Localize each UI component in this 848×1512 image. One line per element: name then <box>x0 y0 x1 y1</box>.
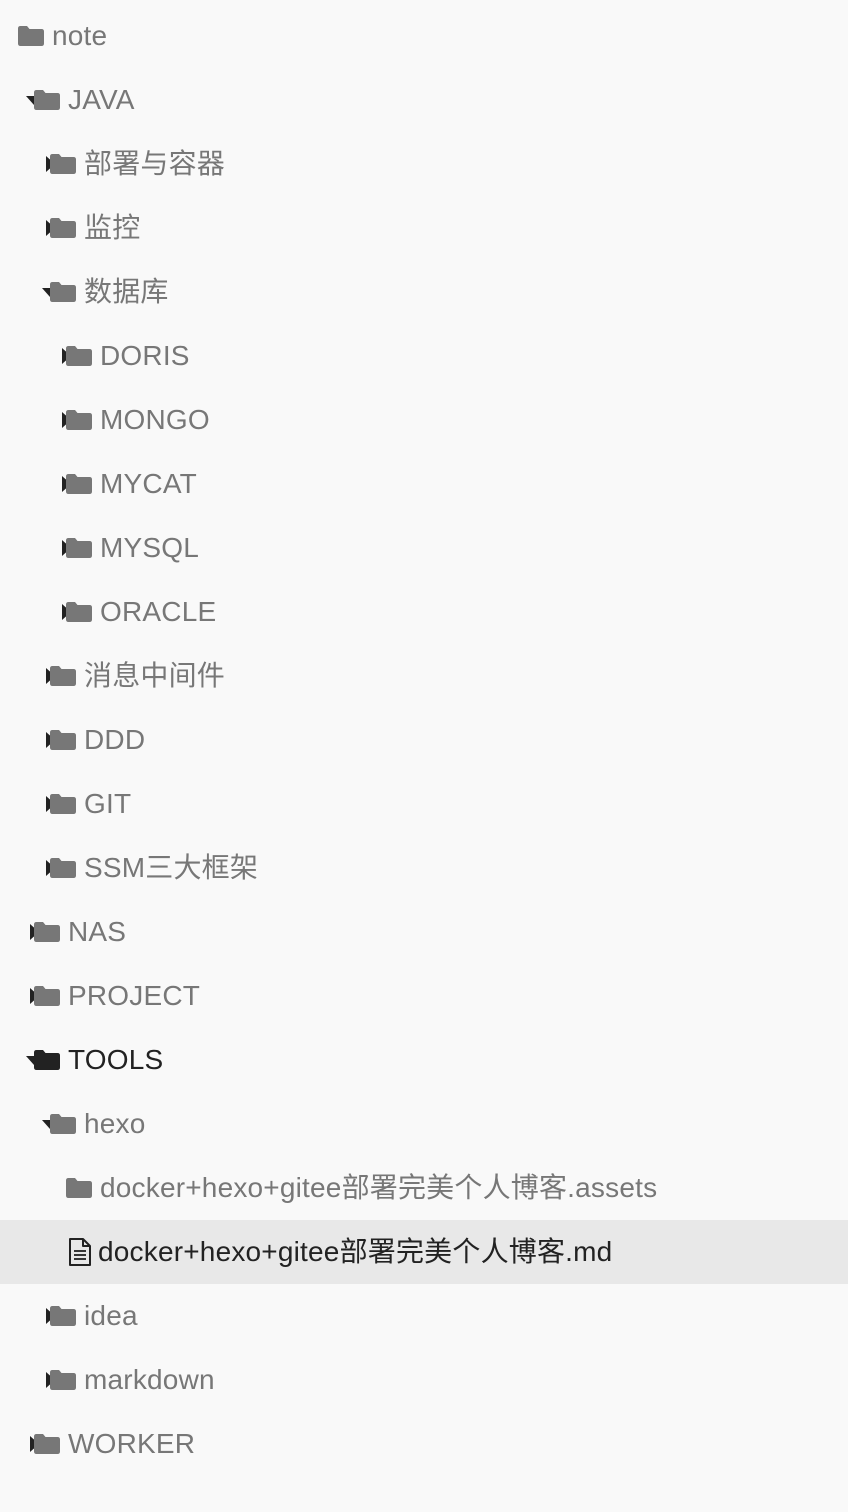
tree-folder-item[interactable]: DORIS <box>0 324 848 388</box>
tree-folder-item[interactable]: idea <box>0 1284 848 1348</box>
tree-item-label: MYSQL <box>100 532 200 563</box>
tree-folder-item[interactable]: PROJECT <box>0 964 848 1028</box>
folder-icon <box>50 666 76 686</box>
tree-item-label: docker+hexo+gitee部署完美个人博客.assets <box>100 1172 658 1203</box>
tree-folder-item[interactable]: markdown <box>0 1348 848 1412</box>
tree-folder-item[interactable]: DDD <box>0 708 848 772</box>
tree-folder-item[interactable]: 消息中间件 <box>0 644 848 708</box>
folder-icon <box>34 986 60 1006</box>
tree-item-label: hexo <box>84 1108 146 1139</box>
tree-folder-item[interactable]: MYSQL <box>0 516 848 580</box>
tree-item-label: DORIS <box>100 340 190 371</box>
folder-icon <box>50 282 76 302</box>
folder-icon <box>34 1050 60 1070</box>
tree-item-label: MYCAT <box>100 468 197 499</box>
tree-item-label: idea <box>84 1300 138 1331</box>
folder-icon <box>34 90 60 110</box>
file-icon <box>68 1238 92 1266</box>
tree-item-label: docker+hexo+gitee部署完美个人博客.md <box>98 1236 613 1267</box>
tree-folder-item[interactable]: hexo <box>0 1092 848 1156</box>
folder-icon <box>50 218 76 238</box>
tree-folder-item[interactable]: TOOLS <box>0 1028 848 1092</box>
tree-item-label: DDD <box>84 724 146 755</box>
tree-folder-item[interactable]: 监控 <box>0 196 848 260</box>
tree-folder-item[interactable]: GIT <box>0 772 848 836</box>
file-tree: note JAVA 部署与容器监控数据库 DORIS MONGO MYCAT MYSQL OR… <box>0 4 848 1476</box>
tree-item-label: GIT <box>84 788 132 819</box>
tree-folder-item[interactable]: 部署与容器 <box>0 132 848 196</box>
folder-icon <box>50 1370 76 1390</box>
tree-folder-item[interactable]: ORACLE <box>0 580 848 644</box>
tree-item-label: markdown <box>84 1364 215 1395</box>
tree-item-label: note <box>52 20 108 51</box>
tree-item-label: 部署与容器 <box>84 148 226 179</box>
folder-icon <box>66 538 92 558</box>
tree-item-label: WORKER <box>68 1428 196 1459</box>
folder-icon <box>34 922 60 942</box>
tree-item-label: 监控 <box>84 212 141 243</box>
tree-file-item[interactable]: docker+hexo+gitee部署完美个人博客.md <box>0 1220 848 1284</box>
folder-icon <box>50 154 76 174</box>
tree-folder-item[interactable]: 数据库 <box>0 260 848 324</box>
tree-item-label: NAS <box>68 916 127 947</box>
folder-icon <box>66 410 92 430</box>
folder-icon <box>34 1434 60 1454</box>
tree-item-label: 数据库 <box>84 276 169 307</box>
tree-folder-item[interactable]: MONGO <box>0 388 848 452</box>
tree-item-label: MONGO <box>100 404 210 435</box>
tree-item-label: TOOLS <box>68 1044 164 1075</box>
tree-item-label: SSM三大框架 <box>84 852 259 883</box>
tree-folder-item[interactable]: WORKER <box>0 1412 848 1476</box>
folder-icon <box>66 474 92 494</box>
folder-icon <box>50 730 76 750</box>
tree-folder-item[interactable]: SSM三大框架 <box>0 836 848 900</box>
tree-folder-item[interactable]: note <box>0 4 848 68</box>
tree-folder-item[interactable]: NAS <box>0 900 848 964</box>
folder-icon <box>18 26 44 46</box>
tree-folder-item[interactable]: JAVA <box>0 68 848 132</box>
tree-item-label: JAVA <box>68 84 135 115</box>
folder-icon <box>66 602 92 622</box>
tree-item-label: 消息中间件 <box>84 660 226 691</box>
tree-item-label: PROJECT <box>68 980 201 1011</box>
tree-folder-item[interactable]: docker+hexo+gitee部署完美个人博客.assets <box>0 1156 848 1220</box>
folder-icon <box>50 858 76 878</box>
folder-icon <box>66 1178 92 1198</box>
tree-item-label: ORACLE <box>100 596 217 627</box>
folder-icon <box>50 794 76 814</box>
folder-icon <box>66 346 92 366</box>
folder-icon <box>50 1306 76 1326</box>
tree-folder-item[interactable]: MYCAT <box>0 452 848 516</box>
folder-icon <box>50 1114 76 1134</box>
